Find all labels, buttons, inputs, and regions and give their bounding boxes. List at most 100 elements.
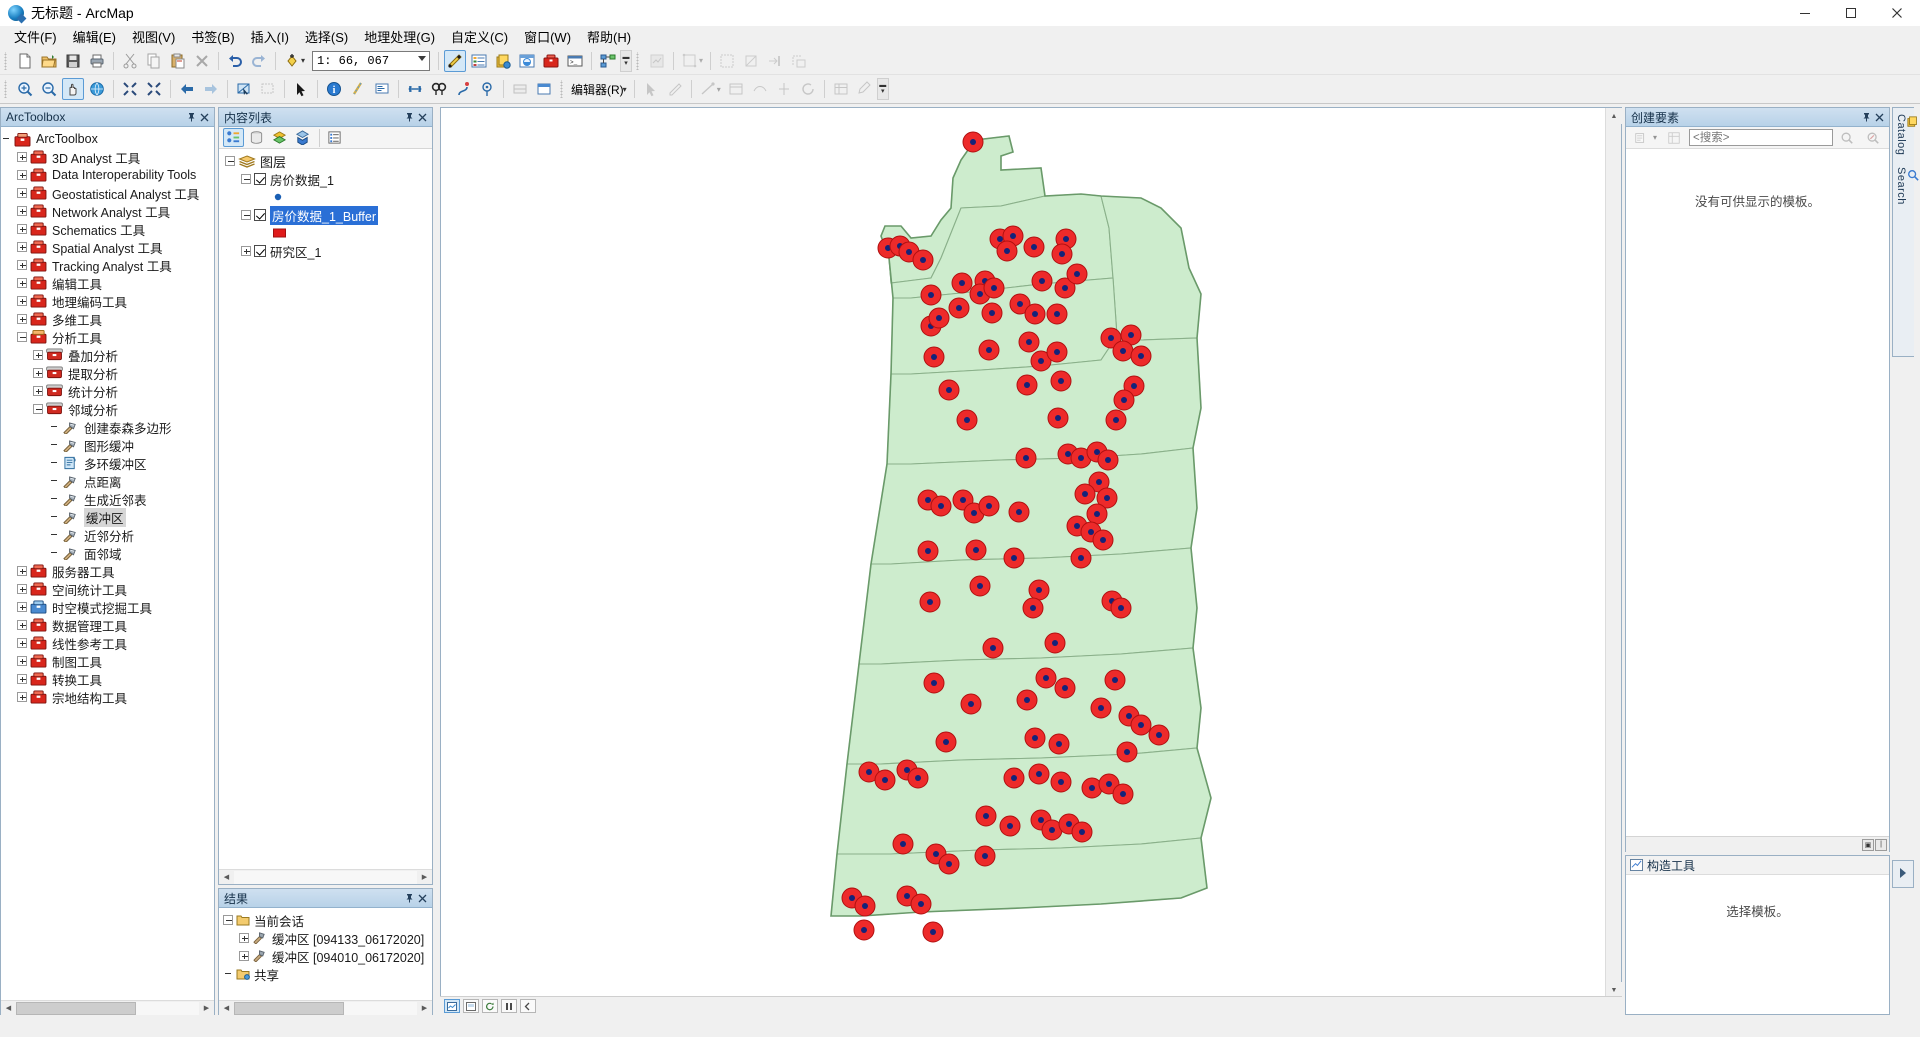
- expand-icon[interactable]: [17, 692, 27, 702]
- scroll-right-icon[interactable]: ▶: [417, 870, 432, 884]
- arctoolbox-node[interactable]: 叠加分析: [1, 346, 214, 364]
- menu-bookmarks[interactable]: 书签(B): [183, 25, 242, 48]
- map-scale-input[interactable]: [313, 52, 410, 69]
- close-icon[interactable]: [200, 113, 209, 122]
- expand-icon[interactable]: [17, 638, 27, 648]
- expand-icon[interactable]: [241, 246, 251, 256]
- planarize-icon[interactable]: [788, 50, 810, 72]
- select-features-icon[interactable]: [233, 78, 255, 100]
- collapse-icon[interactable]: [223, 915, 233, 925]
- tab-catalog[interactable]: Catalog: [1893, 108, 1920, 161]
- arctoolbox-root-node[interactable]: ArcToolbox: [1, 130, 214, 148]
- pin-icon[interactable]: [1862, 112, 1871, 122]
- refresh-icon[interactable]: [482, 999, 498, 1013]
- expand-icon[interactable]: [17, 566, 27, 576]
- arctoolbox-node[interactable]: Geostatistical Analyst 工具: [1, 184, 214, 202]
- expand-icon[interactable]: [239, 933, 249, 943]
- edit-tool-icon[interactable]: [640, 78, 662, 100]
- split-tool-icon[interactable]: [773, 78, 795, 100]
- map-graphic[interactable]: [441, 108, 1607, 980]
- show-templates-icon[interactable]: ▣: [1862, 838, 1874, 851]
- find-route-icon[interactable]: [452, 78, 474, 100]
- layer-visibility-checkbox[interactable]: [254, 245, 266, 257]
- data-view-icon[interactable]: [444, 999, 460, 1013]
- fixed-zoom-out-icon[interactable]: [143, 78, 165, 100]
- new-template-dropdown-icon[interactable]: ▾: [1653, 133, 1657, 142]
- menu-insert[interactable]: 插入(I): [243, 25, 297, 48]
- maximize-button[interactable]: [1828, 0, 1874, 26]
- go-next-extent-icon[interactable]: [200, 78, 222, 100]
- minimize-button[interactable]: [1782, 0, 1828, 26]
- arctoolbox-node[interactable]: 线性参考工具: [1, 634, 214, 652]
- list-by-selection-icon[interactable]: [292, 128, 313, 147]
- create-viewer-window-icon[interactable]: [533, 78, 555, 100]
- toc-layer-study-area[interactable]: 研究区_1: [225, 242, 432, 260]
- arctoolbox-node[interactable]: 面邻域: [1, 544, 214, 562]
- scroll-track[interactable]: [234, 870, 417, 884]
- list-by-visibility-icon[interactable]: [269, 128, 290, 147]
- menu-selection[interactable]: 选择(S): [297, 25, 356, 48]
- arctoolbox-node[interactable]: 地理编码工具: [1, 292, 214, 310]
- undo-icon[interactable]: [224, 50, 246, 72]
- expand-icon[interactable]: [17, 188, 27, 198]
- collapse-icon[interactable]: [241, 174, 251, 184]
- arctoolbox-node[interactable]: 邻域分析: [1, 400, 214, 418]
- results-item[interactable]: 缓冲区 [094133_06172020]: [223, 929, 432, 947]
- delete-icon[interactable]: [191, 50, 213, 72]
- fixed-zoom-in-icon[interactable]: [119, 78, 141, 100]
- rotate-icon[interactable]: [797, 78, 819, 100]
- scroll-left-icon[interactable]: ◀: [1, 1001, 16, 1015]
- scroll-up-icon[interactable]: ▲: [1606, 108, 1622, 124]
- editor-toolbar-overflow-button[interactable]: ▬ ▾: [876, 78, 889, 100]
- continue-icon[interactable]: [520, 999, 536, 1013]
- expand-icon[interactable]: [17, 296, 27, 306]
- menu-customize[interactable]: 自定义(C): [443, 25, 516, 48]
- arctoolbox-node[interactable]: 缓冲区: [1, 507, 214, 527]
- collapse-icon[interactable]: [17, 332, 27, 342]
- options-icon[interactable]: |: [1875, 838, 1887, 851]
- topology-error-icon[interactable]: [740, 50, 762, 72]
- expand-icon[interactable]: [17, 602, 27, 612]
- close-icon[interactable]: [1875, 113, 1884, 122]
- toc-layer-house-price-buffer[interactable]: 房价数据_1_Buffer: [225, 205, 432, 225]
- expand-icon[interactable]: [17, 206, 27, 216]
- template-search-input[interactable]: [1690, 130, 1832, 145]
- menu-view[interactable]: 视图(V): [124, 25, 183, 48]
- expand-icon[interactable]: [33, 368, 43, 378]
- redo-icon[interactable]: [248, 50, 270, 72]
- right-dock-collapse-nub[interactable]: [1892, 860, 1914, 888]
- scroll-left-icon[interactable]: ◀: [219, 1001, 234, 1015]
- toc-tree[interactable]: 图层 房价数据_1 房价数据_1_Buffer 研究区_1: [219, 149, 432, 260]
- arctoolbox-node[interactable]: 多环缓冲区: [1, 454, 214, 472]
- chevron-down-icon[interactable]: [418, 55, 427, 61]
- editor-menu-label[interactable]: 编辑器(R): [569, 81, 626, 98]
- scroll-right-icon[interactable]: ▶: [417, 1001, 432, 1015]
- expand-icon[interactable]: [17, 152, 27, 162]
- arctoolbox-node[interactable]: 创建泰森多边形: [1, 418, 214, 436]
- arctoolbox-node[interactable]: 生成近邻表: [1, 490, 214, 508]
- menu-help[interactable]: 帮助(H): [579, 25, 639, 48]
- select-elements-icon[interactable]: [290, 78, 312, 100]
- sketch-tool-icon[interactable]: [854, 78, 876, 100]
- arctoolbox-node[interactable]: Data Interoperability Tools: [1, 166, 214, 184]
- arctoolbox-node[interactable]: 制图工具: [1, 652, 214, 670]
- validate-topology-icon[interactable]: [716, 50, 738, 72]
- arctoolbox-node[interactable]: 宗地结构工具: [1, 688, 214, 706]
- results-hscrollbar[interactable]: ◀ ▶: [219, 1000, 432, 1015]
- results-item[interactable]: 缓冲区 [094010_06172020]: [223, 947, 432, 965]
- expand-icon[interactable]: [17, 170, 27, 180]
- search-window-icon[interactable]: [516, 50, 538, 72]
- arctoolbox-node[interactable]: Spatial Analyst 工具: [1, 238, 214, 256]
- list-by-drawing-order-icon[interactable]: [223, 128, 244, 147]
- menu-geoprocessing[interactable]: 地理处理(G): [356, 25, 443, 48]
- table-of-contents-icon[interactable]: [468, 50, 490, 72]
- arctoolbox-node[interactable]: 转换工具: [1, 670, 214, 688]
- template-search-box[interactable]: [1689, 129, 1833, 146]
- expand-icon[interactable]: [239, 951, 249, 961]
- expand-icon[interactable]: [17, 224, 27, 234]
- editor-dropdown-icon[interactable]: ▾: [623, 85, 627, 94]
- arctoolbox-node[interactable]: Schematics 工具: [1, 220, 214, 238]
- map-scale-control[interactable]: [312, 50, 431, 71]
- segment-dropdown-icon[interactable]: ▾: [717, 85, 721, 94]
- layout-view-icon[interactable]: [463, 999, 479, 1013]
